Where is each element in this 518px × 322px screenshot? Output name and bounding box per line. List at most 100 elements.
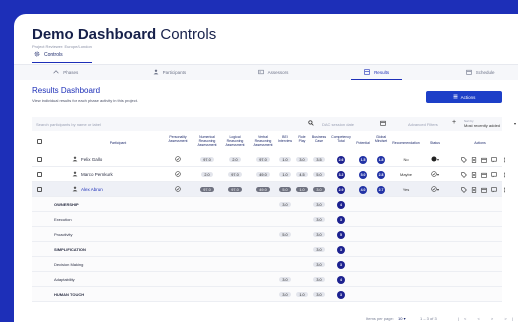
score-badge: 1.8 [377, 155, 385, 164]
document-icon[interactable] [470, 152, 478, 167]
session-date-input[interactable]: DAC session date [322, 122, 354, 127]
col-role[interactable]: Role Play [295, 135, 309, 143]
col-personality[interactable]: Personality Assessment [166, 135, 190, 143]
cell-label: SIMPLIFICATION [54, 247, 86, 252]
pagination-controls[interactable]: |< < > >| [458, 316, 518, 321]
calendar-icon[interactable] [480, 182, 488, 197]
row-checkbox[interactable] [35, 152, 43, 167]
more-icon[interactable] [500, 182, 508, 197]
chevron-down-icon[interactable]: ▾ [437, 172, 439, 177]
row-checkbox[interactable] [35, 167, 43, 182]
tag-icon[interactable] [460, 167, 468, 182]
document-icon[interactable] [470, 167, 478, 182]
page-header: Demo Dashboard Controls Project Reviewer… [32, 26, 216, 49]
col-potential[interactable]: Potential [354, 141, 372, 145]
tab-results[interactable]: Results [325, 65, 429, 80]
calendar-icon[interactable] [480, 167, 488, 182]
page-range: 1 – 3 of 3 [420, 316, 437, 321]
tag-icon[interactable] [460, 152, 468, 167]
tab-label: Results [374, 70, 390, 75]
cell-name[interactable]: Felix Gallo [72, 152, 162, 167]
table-row[interactable]: Alex Abrun 97.0 97.0 49.0 5.0 1.0 3.0 2.9 4.0 2.7… [32, 182, 505, 197]
title-main: Demo Dashboard [32, 26, 157, 43]
tab-schedule[interactable]: Schedule [428, 65, 518, 80]
chevron-down-icon[interactable]: ▾ [437, 157, 439, 162]
score-pill: 5.0 [279, 232, 291, 237]
checkbox-box[interactable] [36, 157, 42, 162]
col-verbal[interactable]: Verbal Reasoning Assessment [250, 135, 276, 147]
row-checkbox[interactable] [35, 182, 43, 197]
select-all-checkbox[interactable] [37, 139, 43, 144]
cell-bei: 5.0 [277, 227, 293, 242]
document-icon[interactable] [470, 182, 478, 197]
score-badge: 4 [337, 200, 345, 209]
check-circle-icon [175, 156, 181, 163]
search-icon[interactable] [308, 120, 314, 128]
score-pill: 5.0 [313, 172, 325, 177]
table-row[interactable]: Marco Pernkurk 2.0 97.0 49.0 1.0 4.5 5.0 3.2 5.0… [32, 167, 505, 182]
filter-bar: Search participants by name or label DAC… [32, 117, 516, 131]
cell-potential: 5.0 [354, 167, 372, 182]
cell-recommendation: Maybe [389, 167, 423, 182]
cell-status[interactable]: ▾ [425, 152, 445, 167]
cell-business: 3.5 [310, 152, 328, 167]
controls-tab-label: Controls [44, 52, 63, 58]
cell-competency: 2.9 [329, 182, 353, 197]
checkbox-box[interactable] [36, 172, 42, 177]
comment-icon[interactable] [490, 152, 498, 167]
results-title: Results Dashboard [32, 86, 101, 95]
col-bei[interactable]: BEI Interview [277, 135, 293, 143]
cell-status[interactable]: ▾ [425, 167, 445, 182]
calendar-icon[interactable] [480, 152, 488, 167]
menu-icon [453, 94, 458, 100]
search-input[interactable]: Search participants by name or label [36, 122, 101, 127]
comment-icon[interactable] [490, 182, 498, 197]
chevron-down-icon[interactable]: ▾ [437, 187, 439, 192]
comment-icon[interactable] [490, 167, 498, 182]
cell-name[interactable]: Marco Pernkurk [72, 167, 162, 182]
col-participant[interactable]: Participant [78, 141, 158, 145]
score-pill: 1.0 [279, 157, 291, 162]
more-icon[interactable] [500, 152, 508, 167]
col-logical[interactable]: Logical Reasoning Assessment [222, 135, 248, 147]
tag-icon[interactable] [460, 182, 468, 197]
col-global[interactable]: Global Mindset [373, 135, 389, 143]
participant-name[interactable]: Marco Pernkurk [81, 172, 113, 177]
cell-bei: 3.0 [277, 272, 293, 287]
advanced-filters[interactable]: Advanced Filters [408, 122, 438, 127]
controls-tab[interactable]: Controls [32, 51, 92, 63]
phases-icon [53, 69, 59, 76]
participant-name[interactable]: Felix Gallo [81, 157, 102, 162]
checkbox-box[interactable] [36, 187, 42, 192]
cell-logical: 97.0 [222, 167, 248, 182]
col-status[interactable]: Status [425, 141, 445, 145]
score-pill: 97.0 [200, 157, 214, 162]
cell-name[interactable]: Alex Abrun [72, 182, 162, 197]
tab-assessors[interactable]: Assessors [221, 65, 325, 80]
results-icon [364, 69, 370, 76]
table-row[interactable]: Felix Gallo 97.0 2.0 97.0 1.0 3.0 3.5 2.6 1.5 1.8… [32, 152, 505, 167]
col-recommendation[interactable]: Recommendation [389, 141, 423, 145]
tab-participants[interactable]: Participants [118, 65, 222, 80]
score-pill: 97.0 [256, 157, 270, 162]
col-business[interactable]: Business Case [310, 135, 328, 143]
gear-icon [34, 51, 40, 59]
sort-select[interactable]: Most recently added [464, 123, 500, 128]
score-badge: 4 [337, 275, 345, 284]
actions-button[interactable]: Actions [426, 91, 502, 103]
col-competency[interactable]: Competency Total [329, 135, 353, 143]
chevron-down-icon[interactable]: ▾ [514, 121, 516, 126]
participant-name[interactable]: Alex Abrun [81, 187, 103, 192]
add-filter-icon[interactable]: + [452, 119, 456, 126]
col-numerical[interactable]: Numerical Reasoning Assessment [194, 135, 220, 147]
score-badge: 3 [337, 260, 345, 269]
more-icon[interactable] [500, 167, 508, 182]
items-per-page-select[interactable]: 10 ▾ [398, 316, 406, 321]
page-title: Demo Dashboard Controls [32, 26, 216, 43]
calendar-icon[interactable] [380, 120, 386, 128]
cell-business: 3.0 [310, 257, 328, 272]
tab-phases[interactable]: Phases [14, 65, 118, 80]
tab-label: Phases [63, 70, 79, 75]
cell-status[interactable]: ▾ [425, 182, 445, 197]
col-actions: Actions [474, 141, 486, 145]
